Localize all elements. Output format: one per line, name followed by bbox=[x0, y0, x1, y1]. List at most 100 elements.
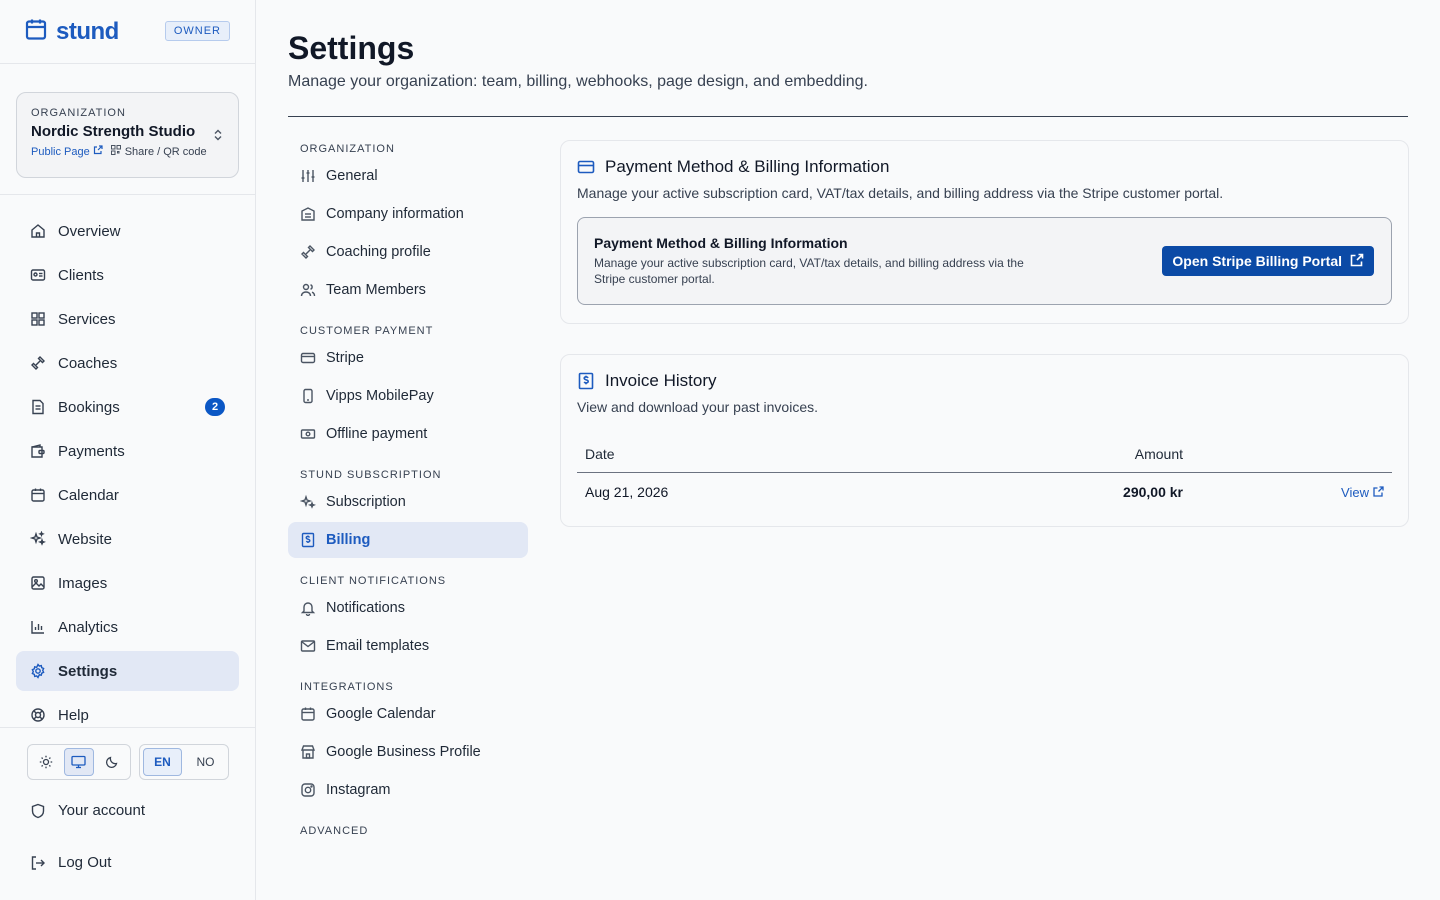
nav-item-clients[interactable]: Clients bbox=[16, 255, 239, 295]
chevron-up-down-icon[interactable] bbox=[212, 128, 224, 146]
nav-label: Services bbox=[58, 310, 116, 328]
settings-item-vipps[interactable]: Vipps MobilePay bbox=[288, 378, 528, 414]
nav-item-settings[interactable]: Settings bbox=[16, 651, 239, 691]
credit-card-icon bbox=[577, 158, 595, 176]
document-icon bbox=[30, 399, 46, 415]
wallet-icon bbox=[30, 443, 46, 459]
settings-item-label: Google Calendar bbox=[326, 706, 436, 722]
store-icon bbox=[300, 744, 316, 760]
nav-label: Help bbox=[58, 706, 89, 724]
settings-item-google-business[interactable]: Google Business Profile bbox=[288, 734, 528, 770]
open-stripe-portal-button[interactable]: Open Stripe Billing Portal bbox=[1162, 246, 1374, 276]
nav-item-bookings[interactable]: Bookings 2 bbox=[16, 387, 239, 427]
settings-item-label: Team Members bbox=[326, 282, 426, 298]
invoice-date: Aug 21, 2026 bbox=[585, 484, 669, 500]
mail-icon bbox=[300, 638, 316, 654]
settings-item-company[interactable]: Company information bbox=[288, 196, 528, 232]
table-header: Date Amount bbox=[577, 435, 1392, 473]
calendar-icon bbox=[300, 706, 316, 722]
sparkles-icon bbox=[300, 494, 316, 510]
calendar-icon bbox=[30, 487, 46, 503]
org-switcher[interactable]: ORGANIZATION Nordic Strength Studio Publ… bbox=[16, 92, 239, 178]
external-link-icon bbox=[93, 145, 103, 158]
section-stund-subscription: STUND SUBSCRIPTION bbox=[300, 469, 442, 481]
card-title: Payment Method & Billing Information bbox=[605, 157, 890, 176]
image-icon bbox=[30, 575, 46, 591]
share-qr-link[interactable]: Share / QR code bbox=[110, 145, 207, 158]
calendar-logo-icon bbox=[24, 17, 48, 46]
button-label: Open Stripe Billing Portal bbox=[1172, 253, 1342, 269]
settings-item-label: Offline payment bbox=[326, 426, 428, 442]
table-row: Aug 21, 2026 290,00 kr View bbox=[577, 473, 1392, 511]
nav-item-analytics[interactable]: Analytics bbox=[16, 607, 239, 647]
nav-item-payments[interactable]: Payments bbox=[16, 431, 239, 471]
settings-item-general[interactable]: General bbox=[288, 158, 528, 194]
brand-logo[interactable]: stund bbox=[24, 17, 119, 46]
settings-item-team[interactable]: Team Members bbox=[288, 272, 528, 308]
sun-icon[interactable] bbox=[31, 748, 60, 776]
settings-item-label: Billing bbox=[326, 532, 371, 548]
settings-item-instagram[interactable]: Instagram bbox=[288, 772, 528, 808]
invoice-table: Date Amount Aug 21, 2026 290,00 kr View bbox=[577, 435, 1392, 511]
divider bbox=[0, 727, 255, 728]
settings-item-label: General bbox=[326, 168, 378, 184]
logout-button[interactable]: Log Out bbox=[30, 854, 111, 871]
settings-item-stripe[interactable]: Stripe bbox=[288, 340, 528, 376]
nav-label: Clients bbox=[58, 266, 104, 284]
nav-item-website[interactable]: Website bbox=[16, 519, 239, 559]
dumbbell-icon bbox=[300, 244, 316, 260]
settings-item-label: Company information bbox=[326, 206, 464, 222]
language-switcher: EN NO bbox=[139, 744, 229, 780]
dumbbell-icon bbox=[30, 355, 46, 371]
settings-item-coaching[interactable]: Coaching profile bbox=[288, 234, 528, 270]
view-invoice-link[interactable]: View bbox=[1183, 485, 1384, 500]
role-badge: OWNER bbox=[164, 21, 230, 41]
payment-method-card: Payment Method & Billing Information Man… bbox=[560, 140, 1409, 324]
nav-item-overview[interactable]: Overview bbox=[16, 211, 239, 251]
brand-name: stund bbox=[56, 17, 119, 45]
nav-item-services[interactable]: Services bbox=[16, 299, 239, 339]
section-advanced: ADVANCED bbox=[300, 825, 369, 837]
settings-item-notifications[interactable]: Notifications bbox=[288, 590, 528, 626]
settings-item-billing[interactable]: Billing bbox=[288, 522, 528, 558]
card-title: Invoice History bbox=[605, 371, 717, 390]
bookings-count-badge: 2 bbox=[205, 398, 225, 416]
nav-item-images[interactable]: Images bbox=[16, 563, 239, 603]
column-amount: Amount bbox=[1134, 445, 1183, 462]
lifebuoy-icon bbox=[30, 707, 46, 723]
settings-item-label: Google Business Profile bbox=[326, 744, 481, 760]
settings-nav: ORGANIZATION General Company information… bbox=[288, 140, 528, 840]
your-account-link[interactable]: Your account bbox=[30, 802, 145, 819]
settings-item-offline[interactable]: Offline payment bbox=[288, 416, 528, 452]
page-title: Settings bbox=[288, 30, 415, 66]
nav-item-coaches[interactable]: Coaches bbox=[16, 343, 239, 383]
grid-icon bbox=[30, 311, 46, 327]
smartphone-icon bbox=[300, 388, 316, 404]
settings-item-email-templates[interactable]: Email templates bbox=[288, 628, 528, 664]
settings-item-google-calendar[interactable]: Google Calendar bbox=[288, 696, 528, 732]
settings-item-label: Vipps MobilePay bbox=[326, 388, 434, 404]
monitor-icon[interactable] bbox=[64, 748, 94, 776]
lang-en-button[interactable]: EN bbox=[143, 748, 183, 776]
column-date: Date bbox=[585, 445, 615, 462]
card-header: Invoice History bbox=[577, 371, 1392, 391]
section-organization: ORGANIZATION bbox=[300, 143, 395, 155]
main-nav: Overview Clients Services Coaches Bookin… bbox=[16, 211, 239, 739]
moon-icon[interactable] bbox=[98, 748, 127, 776]
nav-label: Analytics bbox=[58, 618, 119, 636]
brand-header: stund OWNER bbox=[0, 0, 255, 64]
lang-no-button[interactable]: NO bbox=[186, 748, 225, 776]
qr-code-icon bbox=[110, 145, 121, 158]
nav-label: Website bbox=[58, 530, 112, 548]
public-page-link[interactable]: Public Page bbox=[31, 145, 103, 158]
nav-label: Calendar bbox=[58, 486, 119, 504]
billing-portal-description: Manage your active subscription card, VA… bbox=[594, 256, 1024, 286]
nav-item-help[interactable]: Help bbox=[16, 695, 239, 735]
bar-chart-icon bbox=[30, 619, 46, 635]
users-icon bbox=[300, 282, 316, 298]
card-description: Manage your active subscription card, VA… bbox=[577, 185, 1224, 201]
cash-icon bbox=[300, 426, 316, 442]
settings-item-subscription[interactable]: Subscription bbox=[288, 484, 528, 520]
gear-icon bbox=[30, 663, 46, 679]
nav-item-calendar[interactable]: Calendar bbox=[16, 475, 239, 515]
